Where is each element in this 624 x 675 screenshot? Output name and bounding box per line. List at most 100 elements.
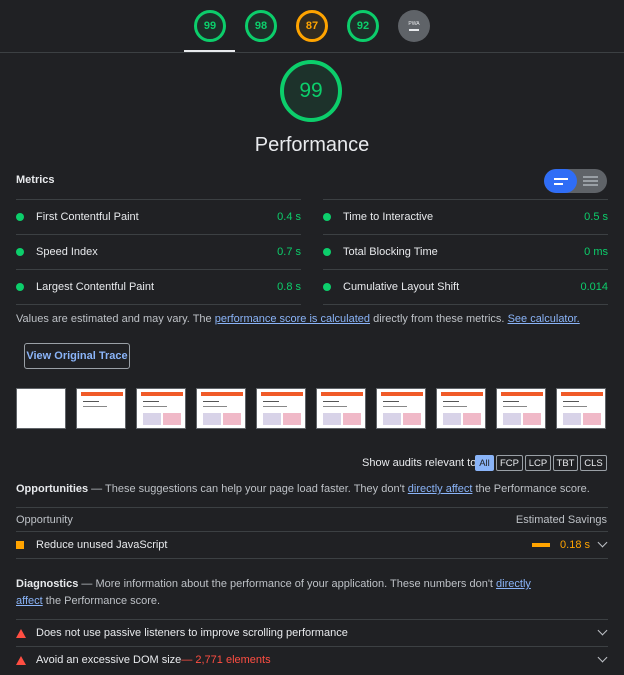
pass-dot-icon bbox=[16, 248, 24, 256]
performance-score-gauge[interactable]: 99 bbox=[194, 10, 226, 42]
detail-view-icon-line bbox=[583, 180, 598, 182]
metric-value: 0.5 s bbox=[584, 211, 608, 223]
pass-dot-icon bbox=[16, 213, 24, 221]
metric-value: 0.7 s bbox=[277, 246, 301, 258]
audit-passive-listeners[interactable]: Does not use passive listeners to improv… bbox=[16, 621, 608, 645]
divider bbox=[16, 646, 608, 647]
note-text: Values are estimated and may vary. The bbox=[16, 313, 215, 325]
chevron-down-icon[interactable] bbox=[597, 625, 608, 636]
divider bbox=[16, 531, 608, 532]
audit-filter-label: Show audits relevant to: bbox=[362, 457, 480, 469]
metric-time-to-interactive: Time to Interactive 0.5 s bbox=[323, 200, 608, 234]
opportunities-title: Opportunities bbox=[16, 483, 89, 495]
audit-label: Does not use passive listeners to improv… bbox=[36, 627, 348, 639]
audit-detail: — 2,771 elements bbox=[181, 654, 271, 666]
chevron-down-icon[interactable] bbox=[597, 537, 608, 548]
estimated-savings-column-header: Estimated Savings bbox=[515, 514, 607, 526]
pass-dot-icon bbox=[323, 213, 331, 221]
fail-triangle-icon bbox=[16, 655, 26, 665]
best-practices-score-gauge[interactable]: 87 bbox=[296, 10, 328, 42]
opportunities-description: the Performance score. bbox=[472, 483, 590, 495]
metric-label: Cumulative Layout Shift bbox=[343, 281, 460, 293]
pass-dot-icon bbox=[323, 248, 331, 256]
filmstrip-frame bbox=[376, 388, 426, 429]
opportunities-header: Opportunities — These suggestions can he… bbox=[16, 481, 611, 498]
divider bbox=[323, 304, 608, 305]
savings-bar bbox=[532, 543, 550, 547]
filter-chip-fcp[interactable]: FCP bbox=[496, 455, 523, 471]
pwa-dash-icon bbox=[409, 29, 419, 31]
summary-view-icon bbox=[554, 178, 568, 180]
toggle-summary-view[interactable] bbox=[544, 169, 577, 193]
metric-label: Time to Interactive bbox=[343, 211, 434, 223]
active-tab-indicator bbox=[184, 50, 235, 52]
divider bbox=[16, 619, 608, 620]
audit-reduce-unused-javascript[interactable]: Reduce unused JavaScript 0.18 s bbox=[16, 533, 608, 557]
filmstrip-frame bbox=[496, 388, 546, 429]
metric-value: 0.4 s bbox=[277, 211, 301, 223]
average-square-icon bbox=[16, 541, 24, 549]
metric-cumulative-layout-shift: Cumulative Layout Shift 0.014 bbox=[323, 270, 608, 304]
filmstrip-frame bbox=[16, 388, 66, 429]
seo-score: 92 bbox=[356, 20, 370, 32]
audit-label: Reduce unused JavaScript bbox=[36, 539, 168, 551]
diagnostics-description: — More information about the performance… bbox=[78, 578, 497, 590]
detail-view-icon-line bbox=[583, 184, 598, 186]
see-calculator-link[interactable]: See calculator. bbox=[508, 313, 580, 325]
metric-largest-contentful-paint: Largest Contentful Paint 0.8 s bbox=[16, 270, 301, 304]
divider bbox=[16, 507, 608, 508]
filmstrip-frame bbox=[256, 388, 306, 429]
metric-value: 0.014 bbox=[580, 281, 608, 293]
metrics-note: Values are estimated and may vary. The p… bbox=[16, 313, 616, 325]
filter-chip-tbt[interactable]: TBT bbox=[553, 455, 578, 471]
category-scores-bar: 99 98 87 92 PWA bbox=[0, 0, 624, 53]
pwa-label: PWA bbox=[408, 21, 420, 27]
chevron-down-icon[interactable] bbox=[597, 652, 608, 663]
filmstrip-frame bbox=[196, 388, 246, 429]
metric-label: Speed Index bbox=[36, 246, 98, 258]
metric-label: First Contentful Paint bbox=[36, 211, 139, 223]
filter-chip-cls[interactable]: CLS bbox=[580, 455, 607, 471]
detail-view-icon bbox=[583, 176, 598, 178]
audit-excessive-dom-size[interactable]: Avoid an excessive DOM size — 2,771 elem… bbox=[16, 648, 608, 672]
metric-value: 0.8 s bbox=[277, 281, 301, 293]
accessibility-score-gauge[interactable]: 98 bbox=[245, 10, 277, 42]
filter-chip-all[interactable]: All bbox=[475, 455, 494, 471]
directly-affect-link[interactable]: directly affect bbox=[408, 483, 473, 495]
pass-dot-icon bbox=[16, 283, 24, 291]
note-text: directly from these metrics. bbox=[370, 313, 508, 325]
diagnostics-description: the Performance score. bbox=[42, 595, 161, 607]
pass-dot-icon bbox=[323, 283, 331, 291]
divider bbox=[16, 558, 608, 559]
metrics-view-toggle[interactable] bbox=[544, 169, 607, 193]
diagnostics-title: Diagnostics bbox=[16, 578, 79, 590]
savings-value: 0.18 s bbox=[560, 539, 590, 551]
view-original-trace-button[interactable]: View Original Trace bbox=[24, 343, 130, 369]
metric-value: 0 ms bbox=[584, 246, 608, 258]
opportunities-description: — These suggestions can help your page l… bbox=[88, 483, 408, 495]
pwa-badge[interactable]: PWA bbox=[398, 10, 430, 42]
accessibility-score: 98 bbox=[254, 20, 268, 32]
summary-view-icon-line bbox=[554, 183, 563, 185]
metric-label: Total Blocking Time bbox=[343, 246, 438, 258]
performance-score: 99 bbox=[203, 20, 217, 32]
fail-triangle-icon bbox=[16, 628, 26, 638]
metric-total-blocking-time: Total Blocking Time 0 ms bbox=[323, 235, 608, 269]
performance-main-score: 99 bbox=[299, 79, 323, 102]
filter-chip-lcp[interactable]: LCP bbox=[525, 455, 551, 471]
performance-main-gauge: 99 bbox=[280, 60, 342, 122]
metric-speed-index: Speed Index 0.7 s bbox=[16, 235, 301, 269]
metrics-heading: Metrics bbox=[16, 174, 55, 186]
performance-title: Performance bbox=[254, 134, 370, 156]
seo-score-gauge[interactable]: 92 bbox=[347, 10, 379, 42]
filmstrip-frame bbox=[436, 388, 486, 429]
divider bbox=[16, 304, 301, 305]
metric-first-contentful-paint: First Contentful Paint 0.4 s bbox=[16, 200, 301, 234]
filmstrip-frame bbox=[136, 388, 186, 429]
metric-label: Largest Contentful Paint bbox=[36, 281, 155, 293]
diagnostics-header: Diagnostics — More information about the… bbox=[16, 576, 556, 610]
opportunity-column-header: Opportunity bbox=[16, 514, 73, 526]
filmstrip-frame bbox=[316, 388, 366, 429]
audit-label: Avoid an excessive DOM size bbox=[36, 654, 182, 666]
score-calculated-link[interactable]: performance score is calculated bbox=[215, 313, 370, 325]
